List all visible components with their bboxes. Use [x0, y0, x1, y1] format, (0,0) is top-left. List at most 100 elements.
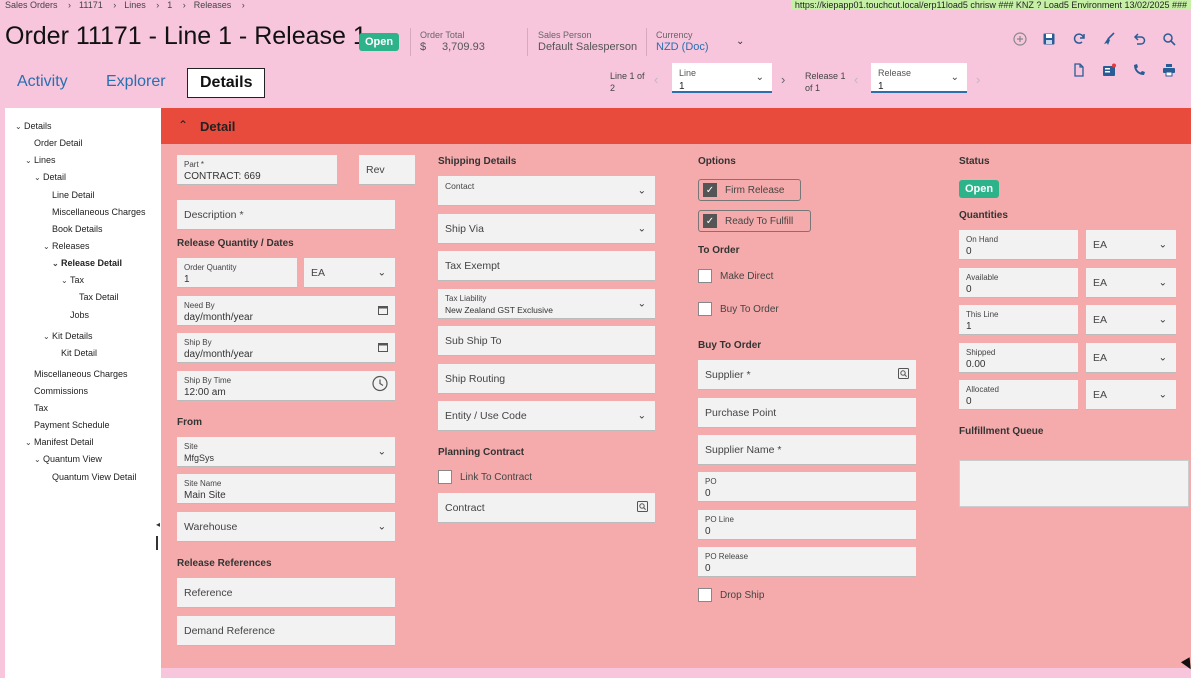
make-direct-checkbox[interactable]: Make Direct: [698, 269, 773, 283]
tree-node[interactable]: Commissions: [34, 386, 88, 396]
tab-details[interactable]: Details: [187, 68, 266, 98]
shipped-uom-select[interactable]: EA ⌄: [1086, 343, 1176, 373]
this-line-uom-select[interactable]: EA ⌄: [1086, 305, 1176, 335]
tab-activity[interactable]: Activity: [17, 73, 68, 91]
drop-ship-checkbox[interactable]: Drop Ship: [698, 588, 764, 602]
checkbox-box[interactable]: [698, 588, 712, 602]
this-line-field[interactable]: This Line 1: [959, 305, 1078, 335]
tree-node[interactable]: Quantum View Detail: [52, 472, 136, 482]
tree-node[interactable]: Payment Schedule: [34, 420, 110, 430]
tree-node[interactable]: Tax: [34, 403, 48, 413]
calendar-icon[interactable]: [378, 302, 388, 320]
tree-node[interactable]: ⌄ Details: [15, 121, 52, 131]
purchase-point-field[interactable]: Purchase Point: [698, 398, 916, 428]
tree-node[interactable]: Order Detail: [34, 138, 83, 148]
firm-release-checkbox[interactable]: ✓ Firm Release: [703, 183, 784, 197]
new-document-icon[interactable]: [1070, 61, 1088, 79]
tree-node[interactable]: Tax Detail: [79, 292, 119, 302]
save-icon[interactable]: [1040, 30, 1058, 48]
attachment-icon[interactable]: [1100, 61, 1118, 79]
release-select[interactable]: Release 1 ⌄: [871, 63, 967, 93]
po-field[interactable]: PO 0: [698, 472, 916, 502]
line-select[interactable]: Line 1 ⌄: [672, 63, 772, 93]
supplier-name-field[interactable]: Supplier Name *: [698, 435, 916, 465]
entity-use-code-select[interactable]: Entity / Use Code ⌄: [438, 401, 655, 431]
clear-icon[interactable]: [1100, 30, 1118, 48]
breadcrumb-item[interactable]: Sales Orders ›: [5, 0, 71, 10]
tree-node[interactable]: ⌄ Quantum View: [34, 454, 102, 464]
search-icon[interactable]: [898, 366, 909, 384]
add-icon[interactable]: [1011, 30, 1029, 48]
tree-node[interactable]: Jobs: [70, 310, 89, 320]
prev-release-icon[interactable]: ‹: [854, 72, 858, 87]
warehouse-select[interactable]: Warehouse ⌄: [177, 512, 395, 542]
available-uom-select[interactable]: EA ⌄: [1086, 268, 1176, 298]
uom-select[interactable]: EA ⌄: [304, 258, 395, 288]
ready-to-fulfill-checkbox[interactable]: ✓ Ready To Fulfill: [703, 214, 793, 228]
breadcrumb-item[interactable]: Lines ›: [124, 0, 159, 10]
resize-handle[interactable]: [156, 536, 158, 550]
buy-to-order-checkbox[interactable]: Buy To Order: [698, 302, 779, 316]
detail-header[interactable]: ⌃ Detail: [161, 108, 1191, 144]
checkbox-box[interactable]: [698, 269, 712, 283]
sub-ship-to-field[interactable]: Sub Ship To: [438, 326, 655, 356]
print-icon[interactable]: [1160, 61, 1178, 79]
prev-line-icon[interactable]: ‹: [654, 72, 658, 87]
reference-field[interactable]: Reference: [177, 578, 395, 608]
available-field[interactable]: Available 0: [959, 268, 1078, 298]
tree-node[interactable]: Book Details: [52, 224, 103, 234]
breadcrumb-item[interactable]: Releases ›: [194, 0, 245, 10]
tree-node[interactable]: ⌄ Manifest Detail: [25, 437, 94, 447]
link-to-contract-checkbox[interactable]: Link To Contract: [438, 470, 532, 484]
next-release-icon[interactable]: ›: [976, 72, 980, 87]
tree-node[interactable]: ⌄ Releases: [43, 241, 90, 251]
tree-node[interactable]: ⌄ Tax: [61, 275, 84, 285]
tree-node[interactable]: Kit Detail: [61, 348, 97, 358]
ship-by-field[interactable]: Ship By day/month/year: [177, 333, 395, 363]
tree-node[interactable]: ⌄ Detail: [34, 172, 66, 182]
on-hand-field[interactable]: On Hand 0: [959, 230, 1078, 260]
checkbox-box[interactable]: ✓: [703, 214, 717, 228]
tree-node-selected[interactable]: ⌄ Release Detail: [52, 258, 122, 268]
tree-node[interactable]: Miscellaneous Charges: [34, 369, 128, 379]
search-icon[interactable]: [1160, 30, 1178, 48]
demand-reference-field[interactable]: Demand Reference: [177, 616, 395, 646]
breadcrumb-item[interactable]: 1 ›: [167, 0, 186, 10]
shipped-field[interactable]: Shipped 0.00: [959, 343, 1078, 373]
checkbox-box[interactable]: ✓: [703, 183, 717, 197]
tree-node[interactable]: ⌄ Kit Details: [43, 331, 93, 341]
calendar-icon[interactable]: [378, 339, 388, 357]
ship-routing-field[interactable]: Ship Routing: [438, 364, 655, 394]
on-hand-uom-select[interactable]: EA ⌄: [1086, 230, 1176, 260]
ship-via-select[interactable]: Ship Via ⌄: [438, 214, 655, 244]
tree-node[interactable]: Miscellaneous Charges: [52, 207, 146, 217]
tax-exempt-field[interactable]: Tax Exempt: [438, 251, 655, 281]
phone-icon[interactable]: [1130, 61, 1148, 79]
ship-by-time-field[interactable]: Ship By Time 12:00 am: [177, 371, 395, 401]
checkbox-box[interactable]: [698, 302, 712, 316]
tree-node[interactable]: Line Detail: [52, 190, 95, 200]
order-quantity-field[interactable]: Order Quantity 1: [177, 258, 297, 288]
clock-icon[interactable]: [372, 375, 388, 396]
site-name-field[interactable]: Site Name Main Site: [177, 474, 395, 504]
collapse-panel-icon[interactable]: ◂: [156, 520, 160, 529]
contact-select[interactable]: Contact ⌄: [438, 176, 655, 206]
search-icon[interactable]: [637, 499, 648, 517]
description-field[interactable]: Description *: [177, 200, 395, 230]
revision-field[interactable]: Rev: [359, 155, 415, 185]
allocated-uom-select[interactable]: EA ⌄: [1086, 380, 1176, 410]
tax-liability-select[interactable]: Tax Liability New Zealand GST Exclusive …: [438, 289, 655, 319]
site-select[interactable]: Site MfgSys ⌄: [177, 437, 395, 467]
allocated-field[interactable]: Allocated 0: [959, 380, 1078, 410]
contract-field[interactable]: Contract: [438, 493, 655, 523]
next-line-icon[interactable]: ›: [781, 72, 785, 87]
undo-icon[interactable]: [1130, 30, 1148, 48]
need-by-field[interactable]: Need By day/month/year: [177, 296, 395, 326]
tree-node[interactable]: ⌄ Lines: [25, 155, 56, 165]
checkbox-box[interactable]: [438, 470, 452, 484]
supplier-field[interactable]: Supplier *: [698, 360, 916, 390]
breadcrumb-item[interactable]: 11171 ›: [79, 0, 116, 10]
fulfillment-queue-textarea[interactable]: [959, 460, 1189, 507]
tab-explorer[interactable]: Explorer: [106, 73, 166, 91]
po-release-field[interactable]: PO Release 0: [698, 547, 916, 577]
